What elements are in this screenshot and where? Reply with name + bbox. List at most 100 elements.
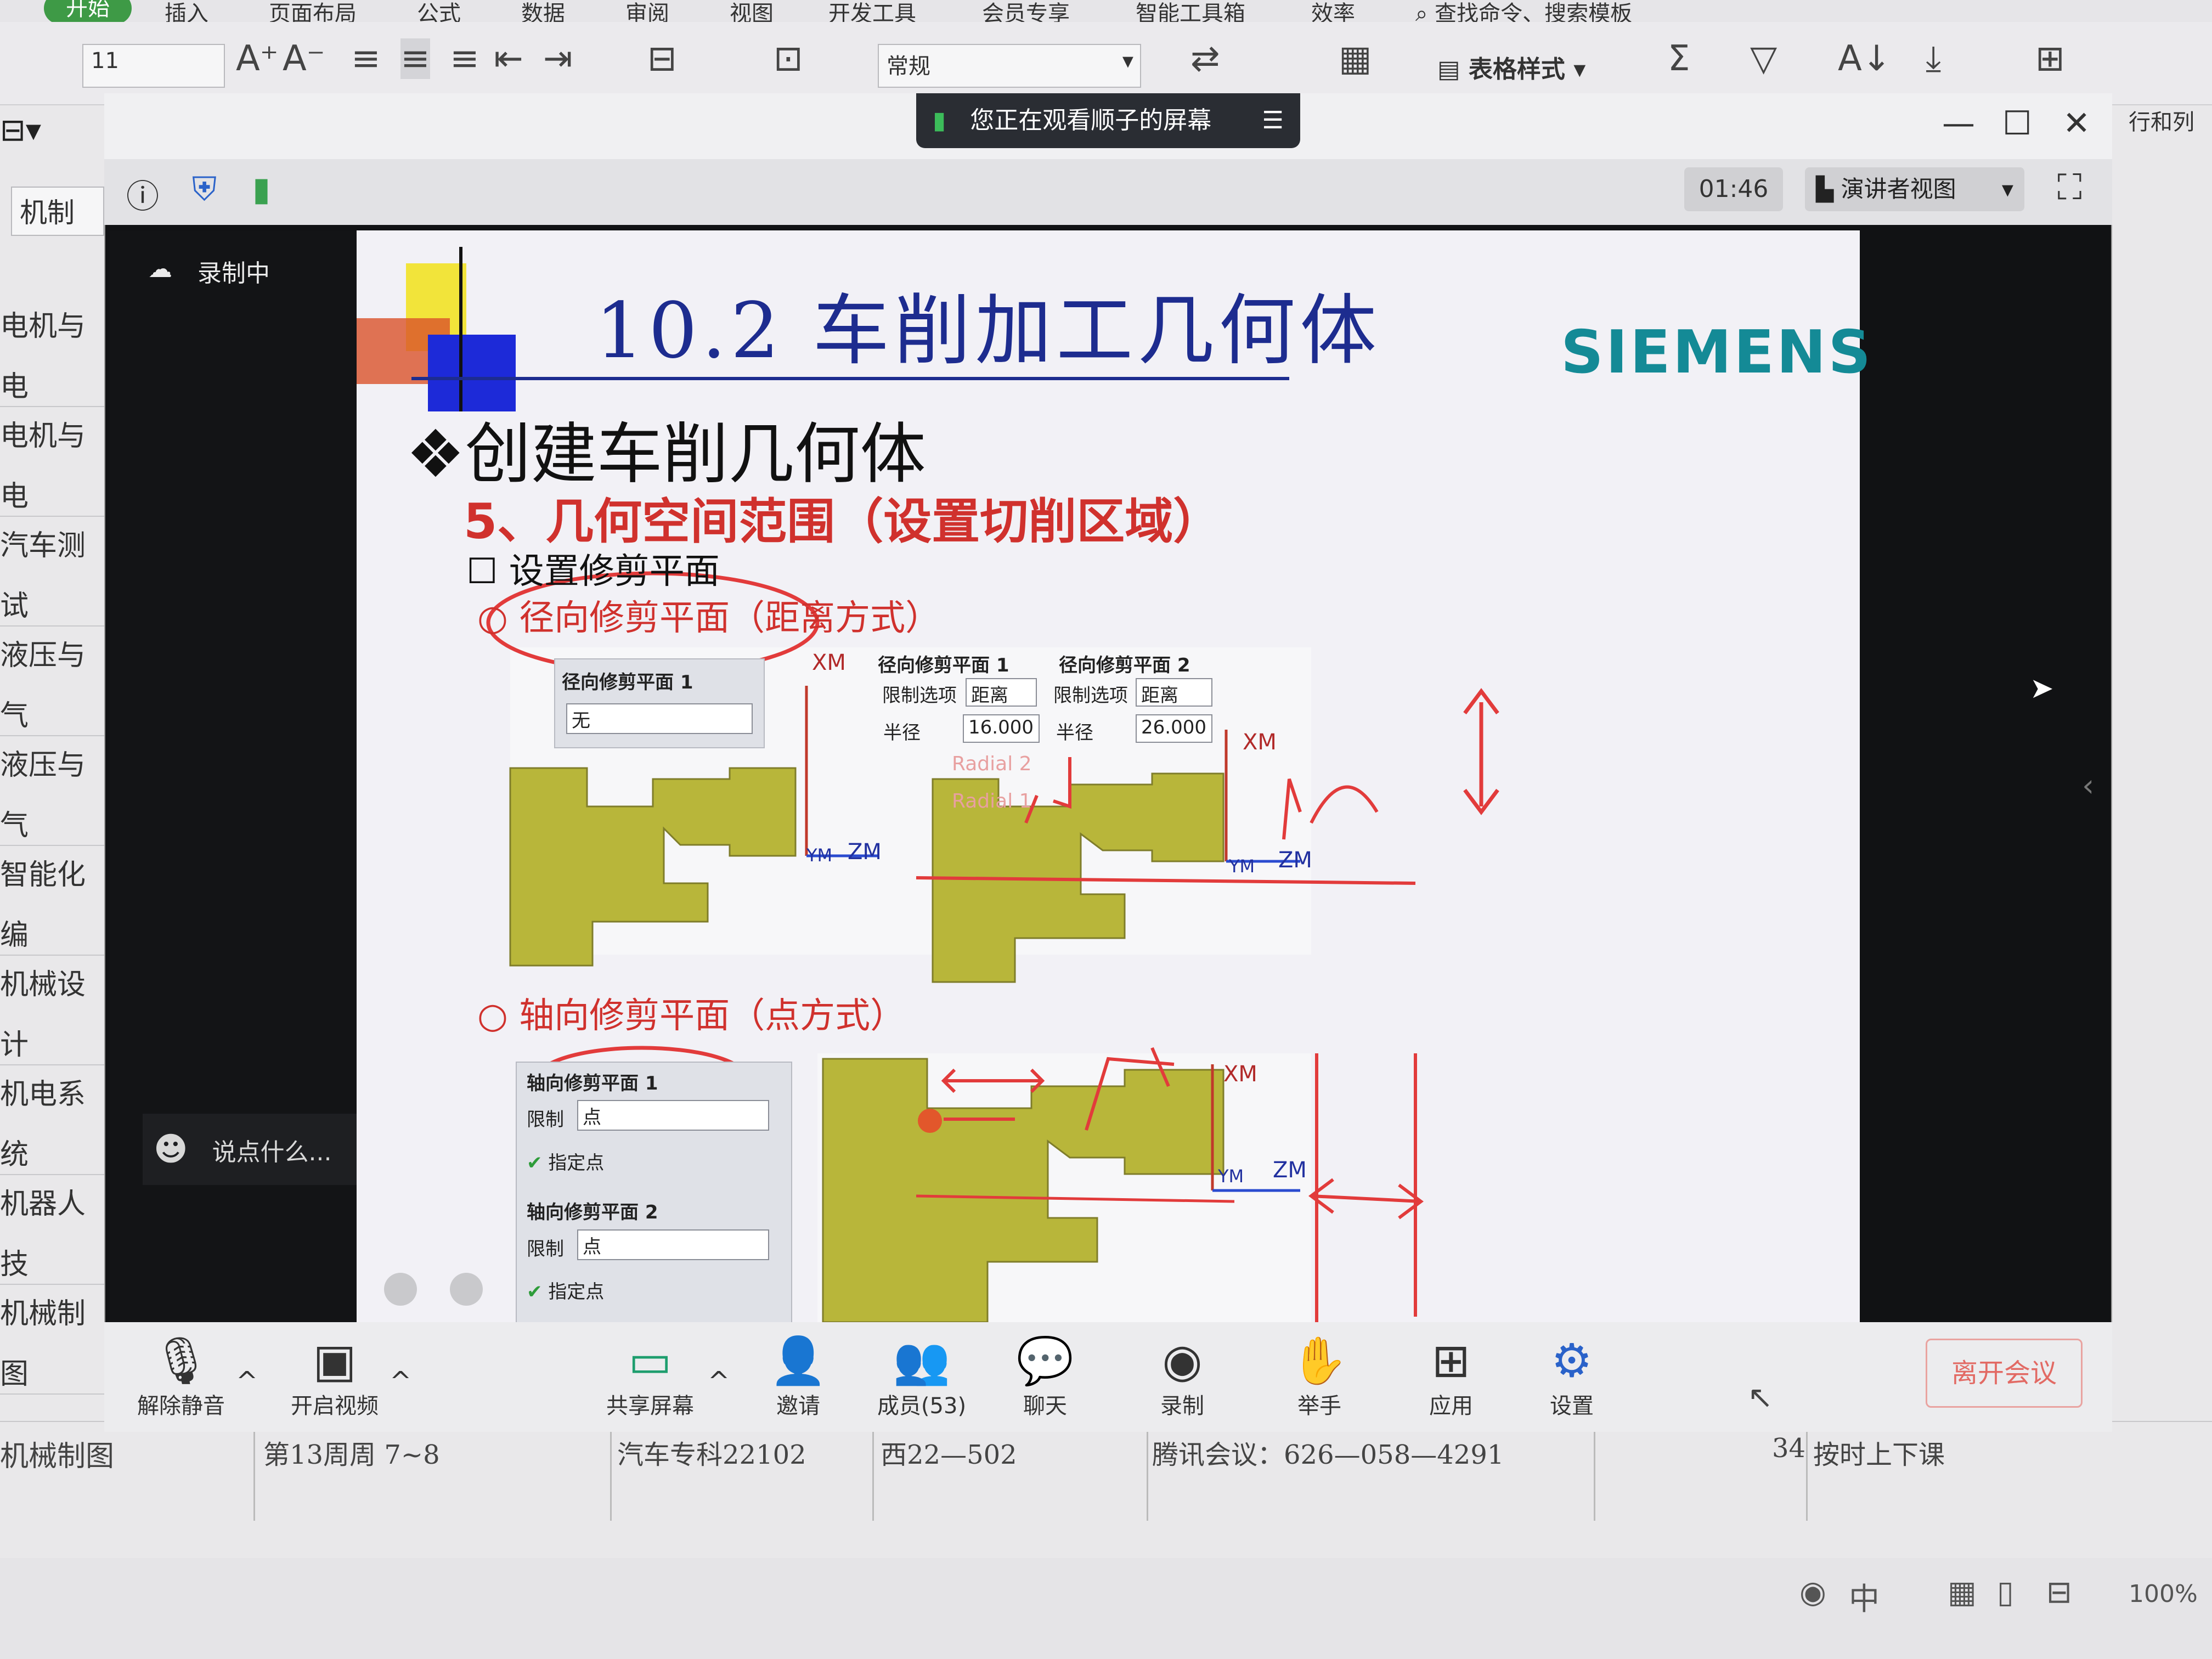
align-top-icon[interactable]: ≡ <box>351 38 381 79</box>
signal-icon[interactable]: ▮ <box>252 170 270 208</box>
axis-label-zm: ZM <box>1273 1158 1307 1183</box>
radial-trim1-limit-select[interactable]: 距离 <box>966 678 1037 707</box>
shield-icon[interactable]: ⛨ <box>192 170 217 208</box>
tab-start[interactable]: 开始 <box>44 0 132 24</box>
table-icon[interactable]: ▦ <box>1339 38 1372 79</box>
settings-button[interactable]: ⚙ 设置 <box>1536 1333 1607 1420</box>
record-button[interactable]: ◉ 录制 <box>1147 1333 1218 1420</box>
minimize-icon[interactable]: — <box>1942 104 1975 143</box>
indent-decrease-icon[interactable]: ⇤ <box>494 38 523 79</box>
font-size-select[interactable]: 11 <box>82 44 225 88</box>
radial-trim1-radius-input[interactable]: 16.000 <box>963 714 1040 743</box>
input-method-icon[interactable]: 中 <box>1849 1575 1880 1619</box>
mute-options-chevron[interactable]: ^ <box>236 1366 258 1397</box>
row-label[interactable]: 智能化编 <box>0 845 104 956</box>
radial-trim2-radius-value: 26.000 <box>1141 716 1206 738</box>
apps-button[interactable]: ⊞ 应用 <box>1415 1333 1487 1420</box>
align-middle-icon[interactable]: ≡ <box>400 38 430 79</box>
radial-panel-select[interactable]: 无 <box>566 703 753 734</box>
row-label[interactable]: 电机与电 <box>0 406 104 517</box>
row-label[interactable]: 液压与气 <box>0 625 104 736</box>
radial1-label: Radial 1 <box>952 790 1032 812</box>
table-style-button[interactable]: ▤ 表格样式 ▾ <box>1437 49 1585 84</box>
specify-point-marker <box>918 1109 942 1133</box>
record-label: 录制 <box>1160 1393 1204 1419</box>
video-options-chevron[interactable]: ^ <box>390 1366 411 1397</box>
cell-course[interactable]: 机械制图 <box>0 1433 114 1474</box>
sheet-cell-tab[interactable]: 机制 <box>11 187 104 236</box>
mute-button[interactable]: 🎙 解除静音 <box>134 1333 228 1420</box>
menu-icon[interactable]: ☰ <box>1262 93 1284 148</box>
row-label[interactable]: 电机与电 <box>0 296 104 407</box>
filter-icon[interactable]: ▽ <box>1750 38 1777 79</box>
axis-label-xm: XM <box>812 650 846 675</box>
members-button[interactable]: 👥 成员(53) <box>872 1333 971 1420</box>
ink-range-axial <box>1308 1053 1424 1322</box>
row-label[interactable]: 机械设计 <box>0 955 104 1065</box>
layout-icon[interactable]: ⊟▾ <box>0 112 41 148</box>
maximize-icon[interactable]: ☐ <box>2002 104 2032 143</box>
share-screen-label: 共享屏幕 <box>606 1393 694 1419</box>
zoom-level[interactable]: 100% <box>2129 1580 2198 1608</box>
fullscreen-icon[interactable]: ⛶ <box>2057 167 2082 208</box>
row-label[interactable]: 液压与气 <box>0 735 104 846</box>
radial-trim2-radius-input[interactable]: 26.000 <box>1136 714 1212 743</box>
sort-icon[interactable]: A↓ <box>1838 38 1891 79</box>
info-icon[interactable]: ⓘ <box>126 170 159 218</box>
cell-meeting-id[interactable]: 腾讯会议：626—058—4291 <box>1152 1433 1504 1471</box>
row-label[interactable]: 机械制图 <box>0 1284 104 1395</box>
font-grow-icon[interactable]: A⁺ <box>236 38 279 79</box>
merge-cells-icon[interactable]: ⊟ <box>647 38 677 79</box>
apps-icon: ⊞ <box>1431 1334 1471 1387</box>
chat-button[interactable]: 💬 聊天 <box>1009 1333 1081 1420</box>
wrap-text-icon[interactable]: ⊡ <box>774 38 803 79</box>
slide-next-button[interactable] <box>450 1273 483 1306</box>
cell-count[interactable]: 34 <box>1772 1433 1805 1464</box>
slide-prev-button[interactable] <box>384 1273 417 1306</box>
page-view-icon[interactable]: ▯ <box>1997 1575 2014 1610</box>
video-button[interactable]: ▣ 开启视频 <box>285 1333 384 1420</box>
share-screen-button[interactable]: ▭ 共享屏幕 <box>598 1333 702 1420</box>
cell-note[interactable]: 按时上下课 <box>1813 1433 1945 1471</box>
leave-meeting-button[interactable]: 离开会议 <box>1926 1339 2083 1408</box>
ribbon-tab-bar: 开始 插入 页面布局 公式 数据 审阅 视图 开发工具 会员专享 智能工具箱 效… <box>0 0 2212 26</box>
axial-panel2-title: 轴向修剪平面 2 <box>527 1201 658 1223</box>
slide-title: 10.2 车削加工几何体 <box>595 286 1381 376</box>
emoji-icon[interactable]: ☻ <box>154 1130 188 1169</box>
layout-view-icon[interactable]: ⊟ <box>2046 1575 2072 1610</box>
close-icon[interactable]: ✕ <box>2063 104 2090 143</box>
row-label[interactable]: 机电系统 <box>0 1064 104 1175</box>
cell-schedule[interactable]: 第13周周 7~8 <box>263 1433 440 1471</box>
check-icon: ✔ <box>527 1281 543 1303</box>
raise-hand-button[interactable]: ✋ 举手 <box>1284 1333 1355 1420</box>
cell-room[interactable]: 西22—502 <box>881 1433 1017 1471</box>
screen-share-banner[interactable]: ▮ 您正在观看顺子的屏幕 ☰ <box>916 93 1300 148</box>
table-style-icon: ▤ <box>1437 55 1460 83</box>
number-format-select[interactable]: 常规 ▾ <box>878 44 1141 88</box>
row-label[interactable]: 汽车测试 <box>0 516 104 627</box>
share-options-chevron[interactable]: ^ <box>708 1366 730 1397</box>
rowcol-icon[interactable]: ⊞ <box>2035 38 2065 79</box>
chevron-left-icon[interactable]: ‹ <box>2082 768 2094 804</box>
axial-panel2-point[interactable]: ✔ 指定点 <box>527 1277 604 1304</box>
radial-trim1-limit-value: 距离 <box>971 685 1008 707</box>
normal-view-icon[interactable]: ▦ <box>1948 1575 1977 1610</box>
convert-icon[interactable]: ⇄ <box>1190 38 1220 79</box>
view-mode-select[interactable]: ▙ 演讲者视图 ▾ <box>1805 167 2024 211</box>
invite-button[interactable]: 👤 邀请 <box>763 1333 834 1420</box>
radial-trim2-limit-select[interactable]: 距离 <box>1136 678 1212 707</box>
axial-panel2-limit-select[interactable]: 点 <box>577 1229 769 1260</box>
cloud-record-icon: ☁ <box>148 255 172 283</box>
eye-icon[interactable]: ◉ <box>1799 1575 1826 1610</box>
presenter-view-icon: ▙ <box>1816 176 1834 202</box>
cell-class[interactable]: 汽车专科22102 <box>617 1433 806 1471</box>
axial-panel1-limit-select[interactable]: 点 <box>577 1100 769 1131</box>
row-label[interactable]: 机器人技 <box>0 1174 104 1285</box>
column-divider <box>253 1422 255 1521</box>
indent-increase-icon[interactable]: ⇥ <box>543 38 573 79</box>
font-shrink-icon[interactable]: A⁻ <box>283 38 325 79</box>
align-bottom-icon[interactable]: ≡ <box>450 38 479 79</box>
fill-icon[interactable]: ⤓ <box>1926 38 1941 79</box>
axial-panel1-point[interactable]: ✔ 指定点 <box>527 1148 604 1175</box>
sum-icon[interactable]: Σ <box>1668 38 1690 79</box>
